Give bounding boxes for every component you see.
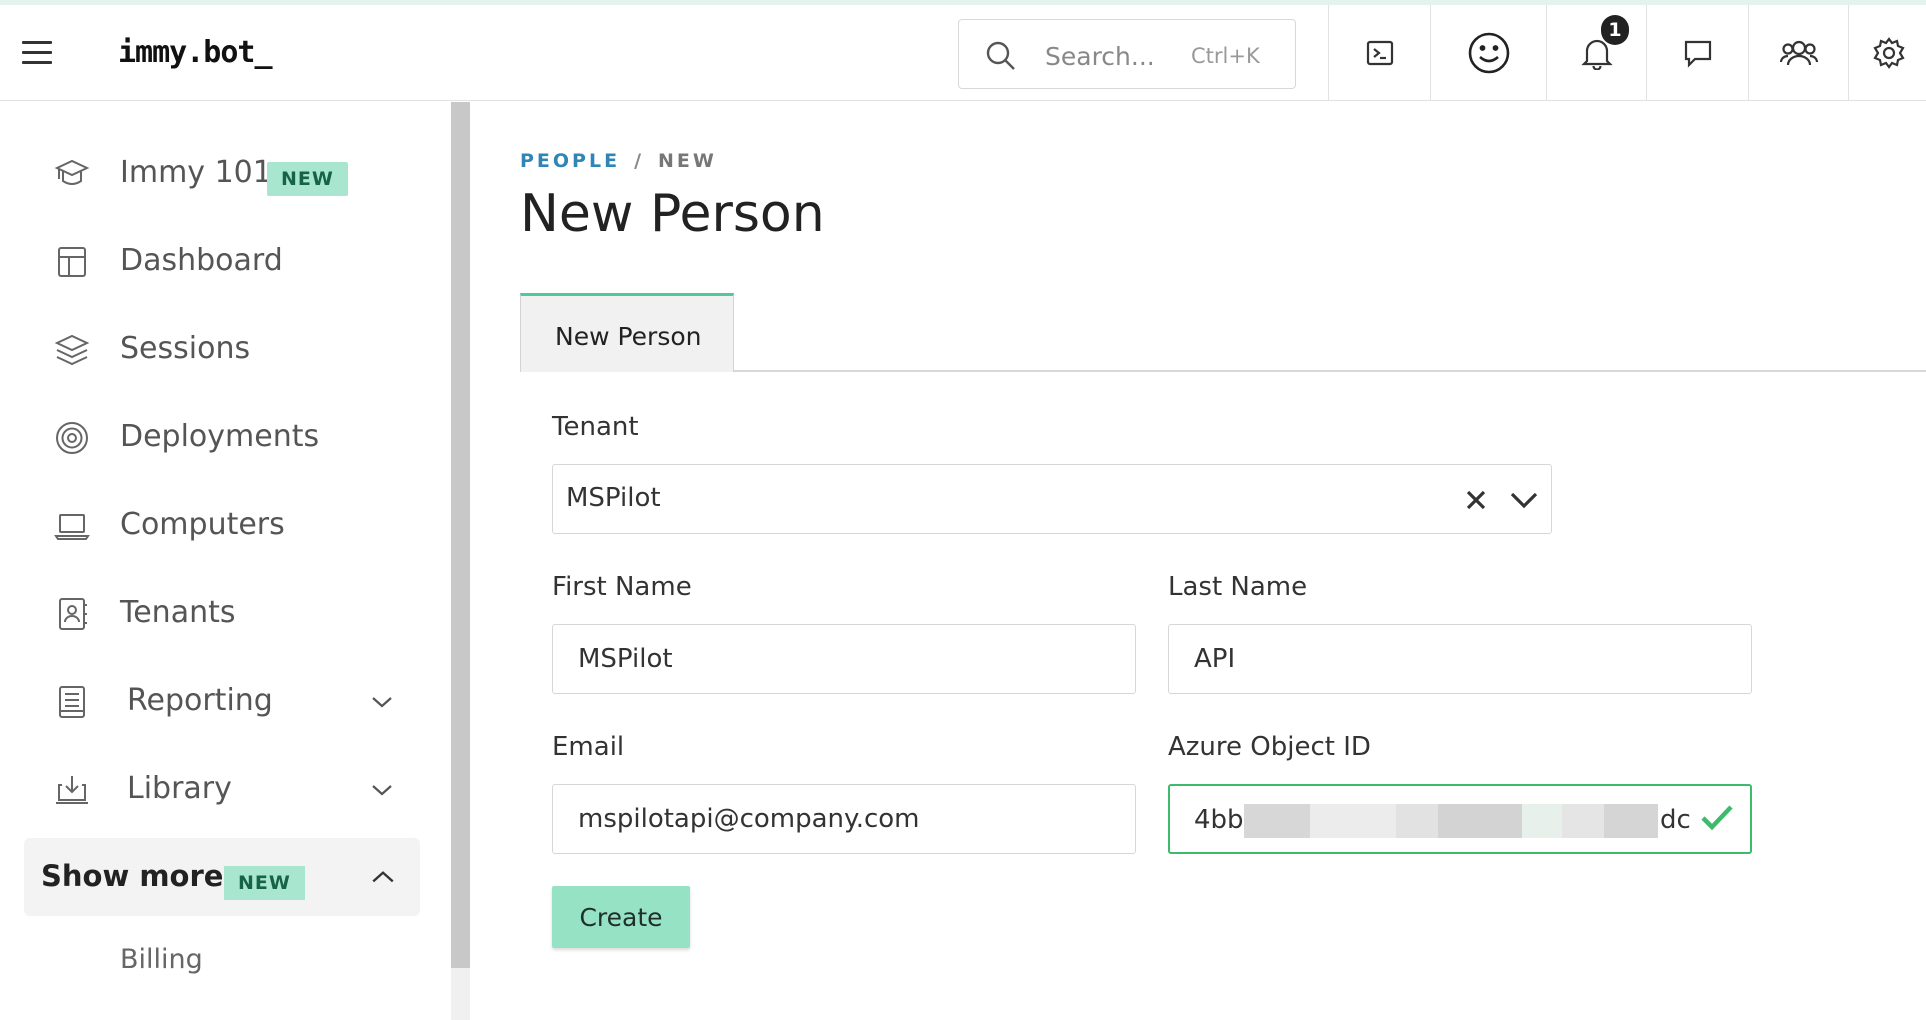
layers-icon bbox=[54, 334, 90, 366]
sidebar-item-label: Reporting bbox=[127, 683, 273, 718]
graduation-cap-icon bbox=[54, 159, 90, 185]
search-shortcut: Ctrl+K bbox=[1191, 44, 1260, 68]
gear-icon bbox=[1873, 37, 1905, 69]
show-more-toggle[interactable]: Show more NEW bbox=[24, 838, 420, 916]
settings-button[interactable] bbox=[1848, 5, 1926, 101]
top-bar: immy.bot_ Search... Ctrl+K 1 bbox=[0, 5, 1926, 101]
redacted-block bbox=[1310, 804, 1396, 838]
sidebar-item-label: Sessions bbox=[120, 331, 251, 366]
feedback-button[interactable] bbox=[1430, 5, 1546, 101]
tenant-selected-value: MSPilot bbox=[566, 483, 661, 513]
last-name-field[interactable]: API bbox=[1168, 624, 1752, 694]
breadcrumb-separator: / bbox=[634, 150, 645, 172]
sidebar-item-label: Deployments bbox=[120, 419, 320, 454]
sidebar-item-sessions[interactable]: Sessions bbox=[24, 314, 420, 384]
notifications-button[interactable]: 1 bbox=[1546, 5, 1646, 101]
sidebar-item-library[interactable]: Library bbox=[24, 754, 420, 824]
menu-icon[interactable] bbox=[22, 41, 52, 65]
tab-new-person[interactable]: New Person bbox=[520, 293, 734, 372]
first-name-field[interactable]: MSPilot bbox=[552, 624, 1136, 694]
search-placeholder: Search... bbox=[1045, 42, 1155, 71]
sidebar-item-reporting[interactable]: Reporting bbox=[24, 666, 420, 736]
email-label: Email bbox=[552, 732, 625, 762]
layout-icon bbox=[58, 247, 86, 277]
last-name-label: Last Name bbox=[1168, 572, 1308, 602]
redacted-block bbox=[1244, 804, 1310, 838]
sidebar-scrollbar-track[interactable] bbox=[451, 968, 470, 1020]
redacted-block bbox=[1604, 804, 1658, 838]
sidebar-item-label: Computers bbox=[120, 507, 285, 542]
chat-icon bbox=[1684, 40, 1711, 68]
sidebar-item-label: Tenants bbox=[120, 595, 236, 630]
sidebar-item-immy-101[interactable]: Immy 101 NEW bbox=[24, 138, 420, 208]
tenant-label: Tenant bbox=[552, 412, 639, 442]
show-more-label: Show more bbox=[41, 859, 224, 893]
redacted-block bbox=[1562, 804, 1604, 838]
chat-button[interactable] bbox=[1646, 5, 1748, 101]
redacted-block bbox=[1438, 804, 1522, 838]
page-title: New Person bbox=[520, 184, 825, 244]
tenant-select[interactable]: MSPilot bbox=[552, 464, 1552, 534]
chevron-down-icon[interactable] bbox=[370, 778, 394, 802]
notification-count-badge: 1 bbox=[1601, 15, 1629, 45]
logo[interactable]: immy.bot_ bbox=[118, 35, 273, 70]
create-button[interactable]: Create bbox=[552, 886, 690, 948]
chevron-up-icon bbox=[372, 871, 394, 883]
breadcrumb-current: NEW bbox=[658, 150, 717, 172]
sidebar-scrollbar[interactable] bbox=[451, 102, 470, 968]
new-badge: NEW bbox=[224, 866, 305, 900]
sidebar-item-label: Immy 101 bbox=[120, 155, 272, 190]
users-icon bbox=[1779, 40, 1818, 66]
sidebar-item-billing[interactable]: Billing bbox=[120, 944, 203, 975]
contact-book-icon bbox=[59, 598, 87, 630]
sidebar-item-tenants[interactable]: Tenants bbox=[24, 578, 420, 648]
download-icon bbox=[56, 776, 88, 804]
terminal-icon bbox=[1366, 40, 1393, 66]
search-icon bbox=[986, 41, 1015, 70]
sidebar-item-label: Library bbox=[127, 771, 232, 806]
search-box[interactable]: Search... Ctrl+K bbox=[958, 19, 1296, 89]
report-icon bbox=[59, 686, 85, 718]
sidebar-item-computers[interactable]: Computers bbox=[24, 490, 420, 560]
sidebar: Immy 101 NEW Dashboard Sessions Deployme… bbox=[0, 102, 452, 1020]
users-button[interactable] bbox=[1748, 5, 1848, 101]
redacted-block bbox=[1522, 804, 1562, 838]
sidebar-item-deployments[interactable]: Deployments bbox=[24, 402, 420, 472]
azure-object-id-value-end: dc bbox=[1660, 805, 1691, 835]
sidebar-item-dashboard[interactable]: Dashboard bbox=[24, 226, 420, 296]
new-badge: NEW bbox=[267, 162, 348, 196]
email-field[interactable]: mspilotapi@company.com bbox=[552, 784, 1136, 854]
azure-object-id-label: Azure Object ID bbox=[1168, 732, 1371, 762]
azure-object-id-value-start: 4bb bbox=[1194, 805, 1244, 835]
first-name-label: First Name bbox=[552, 572, 692, 602]
chevron-down-icon[interactable] bbox=[1508, 487, 1540, 513]
tab-label: New Person bbox=[555, 322, 702, 351]
chevron-down-icon[interactable] bbox=[370, 690, 394, 714]
sidebar-item-label: Dashboard bbox=[120, 243, 283, 278]
terminal-button[interactable] bbox=[1328, 5, 1430, 101]
laptop-icon bbox=[54, 514, 90, 540]
smiley-icon bbox=[1468, 32, 1509, 74]
clear-icon[interactable] bbox=[1463, 487, 1489, 513]
target-icon bbox=[56, 422, 88, 454]
redacted-block bbox=[1396, 804, 1438, 838]
breadcrumb-people-link[interactable]: PEOPLE bbox=[520, 150, 620, 172]
breadcrumb: PEOPLE / NEW bbox=[520, 150, 717, 172]
checkmark-icon bbox=[1701, 805, 1733, 831]
